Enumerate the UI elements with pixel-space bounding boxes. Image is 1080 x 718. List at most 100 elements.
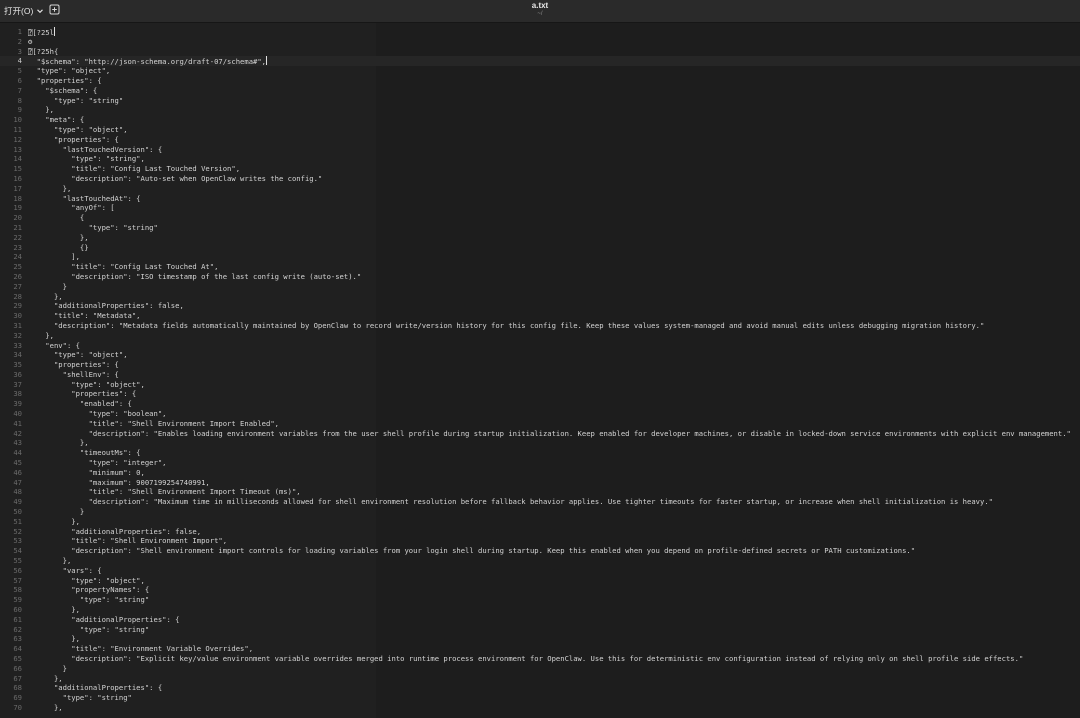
code-line[interactable]: 2 ⚙ bbox=[0, 37, 1080, 47]
code-line[interactable]: 12 "properties": { bbox=[0, 135, 1080, 145]
line-number: 64 bbox=[13, 644, 22, 654]
code-line[interactable]: 20 { bbox=[0, 213, 1080, 223]
code-line[interactable]: 41 "title": "Shell Environment Import En… bbox=[0, 419, 1080, 429]
code-line[interactable]: 61 "additionalProperties": { bbox=[0, 615, 1080, 625]
code-line[interactable]: 11 "type": "object", bbox=[0, 125, 1080, 135]
code-text: "type": "string" bbox=[28, 624, 150, 634]
code-line[interactable]: 17 }, bbox=[0, 184, 1080, 194]
code-text: }, bbox=[28, 556, 72, 566]
code-line[interactable]: 34 "type": "object", bbox=[0, 350, 1080, 360]
code-line[interactable]: 66 } bbox=[0, 664, 1080, 674]
code-text: }, bbox=[28, 105, 54, 115]
code-line[interactable]: 32 }, bbox=[0, 331, 1080, 341]
code-line[interactable]: 39 "enabled": { bbox=[0, 399, 1080, 409]
code-line[interactable]: 40 "type": "boolean", bbox=[0, 409, 1080, 419]
code-line[interactable]: 52 "additionalProperties": false, bbox=[0, 527, 1080, 537]
code-line[interactable]: 45 "type": "integer", bbox=[0, 458, 1080, 468]
code-line[interactable]: 65 "description": "Explicit key/value en… bbox=[0, 654, 1080, 664]
code-line[interactable]: 60 }, bbox=[0, 605, 1080, 615]
new-tab-icon[interactable] bbox=[49, 4, 60, 15]
line-number: 44 bbox=[13, 448, 22, 458]
line-number: 10 bbox=[13, 115, 22, 125]
code-line[interactable]: 22 }, bbox=[0, 233, 1080, 243]
code-line[interactable]: 64 "title": "Environment Variable Overri… bbox=[0, 644, 1080, 654]
line-number: 17 bbox=[13, 183, 22, 193]
code-text: "type": "boolean", bbox=[28, 409, 167, 419]
code-line[interactable]: 4 "$schema": "http://json-schema.org/dra… bbox=[0, 56, 1080, 66]
code-line[interactable]: 29 "additionalProperties": false, bbox=[0, 301, 1080, 311]
code-area[interactable]: 1 ⍰[?25l 2 ⚙ 3 ⍰[?25h{4 "$schema": "http://js… bbox=[0, 27, 1080, 713]
line-number: 43 bbox=[13, 438, 22, 448]
code-line[interactable]: 21 "type": "string" bbox=[0, 223, 1080, 233]
code-text: "timeoutMs": { bbox=[28, 448, 141, 458]
code-line[interactable]: 10 "meta": { bbox=[0, 115, 1080, 125]
code-line[interactable]: 7 "$schema": { bbox=[0, 86, 1080, 96]
code-line[interactable]: 24 ], bbox=[0, 252, 1080, 262]
code-line[interactable]: 58 "propertyNames": { bbox=[0, 585, 1080, 595]
code-line[interactable]: 43 }, bbox=[0, 438, 1080, 448]
code-line[interactable]: 16 "description": "Auto-set when OpenCla… bbox=[0, 174, 1080, 184]
code-text: }, bbox=[28, 330, 54, 340]
code-text: ], bbox=[28, 252, 80, 262]
code-line[interactable]: 9 }, bbox=[0, 105, 1080, 115]
code-line[interactable]: 67 }, bbox=[0, 674, 1080, 684]
code-line[interactable]: 8 "type": "string" bbox=[0, 96, 1080, 106]
code-text: "title": "Metadata", bbox=[28, 311, 141, 321]
line-number: 27 bbox=[13, 281, 22, 291]
text-editor[interactable]: 1 ⍰[?25l 2 ⚙ 3 ⍰[?25h{4 "$schema": "http://js… bbox=[0, 23, 1080, 718]
code-text: "meta": { bbox=[28, 115, 85, 125]
code-line[interactable]: 54 "description": "Shell environment imp… bbox=[0, 546, 1080, 556]
code-line[interactable]: 28 }, bbox=[0, 292, 1080, 302]
open-menu-button[interactable]: 打开(O) bbox=[4, 3, 44, 18]
code-line[interactable]: 46 "minimum": 0, bbox=[0, 468, 1080, 478]
chevron-down-icon bbox=[37, 8, 44, 13]
code-line[interactable]: 37 "type": "object", bbox=[0, 380, 1080, 390]
line-number: 62 bbox=[13, 624, 22, 634]
code-line[interactable]: 3 ⍰[?25h{ bbox=[0, 47, 1080, 57]
code-line[interactable]: 62 "type": "string" bbox=[0, 625, 1080, 635]
code-line[interactable]: 23 {} bbox=[0, 243, 1080, 253]
code-line[interactable]: 38 "properties": { bbox=[0, 389, 1080, 399]
code-line[interactable]: 35 "properties": { bbox=[0, 360, 1080, 370]
line-number: 53 bbox=[13, 536, 22, 546]
code-line[interactable]: 25 "title": "Config Last Touched At", bbox=[0, 262, 1080, 272]
code-text: }, bbox=[28, 605, 80, 615]
code-line[interactable]: 56 "vars": { bbox=[0, 566, 1080, 576]
code-line[interactable]: 44 "timeoutMs": { bbox=[0, 448, 1080, 458]
line-number: 3 bbox=[17, 46, 22, 56]
code-line[interactable]: 6 "properties": { bbox=[0, 76, 1080, 86]
code-line[interactable]: 42 "description": "Enables loading envir… bbox=[0, 429, 1080, 439]
code-line[interactable]: 31 "description": "Metadata fields autom… bbox=[0, 321, 1080, 331]
code-line[interactable]: 68 "additionalProperties": { bbox=[0, 683, 1080, 693]
code-line[interactable]: 36 "shellEnv": { bbox=[0, 370, 1080, 380]
code-line[interactable]: 69 "type": "string" bbox=[0, 693, 1080, 703]
code-line[interactable]: 47 "maximum": 9007199254740991, bbox=[0, 478, 1080, 488]
line-number: 51 bbox=[13, 516, 22, 526]
code-line[interactable]: 53 "title": "Shell Environment Import", bbox=[0, 536, 1080, 546]
code-line[interactable]: 1 ⍰[?25l bbox=[0, 27, 1080, 37]
code-line[interactable]: 15 "title": "Config Last Touched Version… bbox=[0, 164, 1080, 174]
code-line[interactable]: 13 "lastTouchedVersion": { bbox=[0, 145, 1080, 155]
code-line[interactable]: 59 "type": "string" bbox=[0, 595, 1080, 605]
code-line[interactable]: 5 "type": "object", bbox=[0, 66, 1080, 76]
code-line[interactable]: 33 "env": { bbox=[0, 341, 1080, 351]
code-line[interactable]: 14 "type": "string", bbox=[0, 154, 1080, 164]
code-line[interactable]: 18 "lastTouchedAt": { bbox=[0, 194, 1080, 204]
code-line[interactable]: 51 }, bbox=[0, 517, 1080, 527]
code-line[interactable]: 19 "anyOf": [ bbox=[0, 203, 1080, 213]
line-number: 42 bbox=[13, 428, 22, 438]
code-text: "type": "string" bbox=[28, 595, 150, 605]
code-line[interactable]: 50 } bbox=[0, 507, 1080, 517]
code-line[interactable]: 70 }, bbox=[0, 703, 1080, 713]
code-line[interactable]: 30 "title": "Metadata", bbox=[0, 311, 1080, 321]
code-text: "description": "ISO timestamp of the las… bbox=[28, 271, 362, 281]
code-line[interactable]: 27 } bbox=[0, 282, 1080, 292]
code-line[interactable]: 48 "title": "Shell Environment Import Ti… bbox=[0, 487, 1080, 497]
code-line[interactable]: 55 }, bbox=[0, 556, 1080, 566]
code-line[interactable]: 26 "description": "ISO timestamp of the … bbox=[0, 272, 1080, 282]
code-line[interactable]: 63 }, bbox=[0, 634, 1080, 644]
code-line[interactable]: 57 "type": "object", bbox=[0, 576, 1080, 586]
code-line[interactable]: 49 "description": "Maximum time in milli… bbox=[0, 497, 1080, 507]
code-text: "type": "string" bbox=[28, 95, 124, 105]
line-number: 21 bbox=[13, 222, 22, 232]
